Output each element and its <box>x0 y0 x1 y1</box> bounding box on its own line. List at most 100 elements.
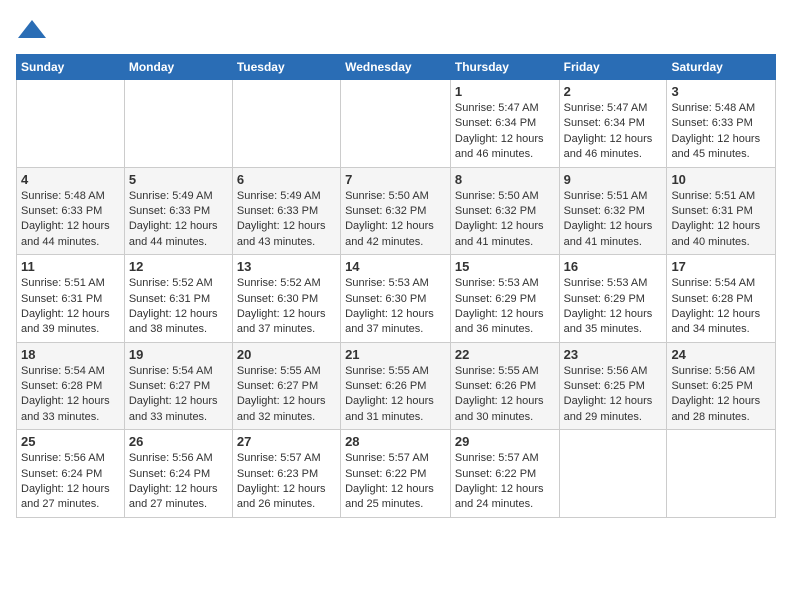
day-info: Daylight: 12 hours and 31 minutes. <box>345 394 446 425</box>
calendar-cell <box>232 80 340 168</box>
day-number: 26 <box>129 434 228 449</box>
day-info: Sunset: 6:24 PM <box>21 467 120 482</box>
day-info: Sunrise: 5:55 AM <box>237 364 336 379</box>
page-header <box>16 16 776 44</box>
calendar-cell: 12Sunrise: 5:52 AMSunset: 6:31 PMDayligh… <box>124 255 232 343</box>
day-info: Sunrise: 5:50 AM <box>455 189 555 204</box>
day-info: Daylight: 12 hours and 44 minutes. <box>21 219 120 250</box>
day-info: Sunset: 6:30 PM <box>237 292 336 307</box>
day-info: Daylight: 12 hours and 36 minutes. <box>455 307 555 338</box>
day-info: Daylight: 12 hours and 40 minutes. <box>671 219 771 250</box>
day-number: 28 <box>345 434 446 449</box>
day-info: Sunrise: 5:54 AM <box>129 364 228 379</box>
calendar-cell <box>124 80 232 168</box>
weekday-header: Friday <box>559 55 667 80</box>
day-info: Sunset: 6:34 PM <box>455 116 555 131</box>
calendar-cell: 11 Sunrise: 5:51 AMSunset: 6:31 PMDayligh… <box>17 255 125 343</box>
day-info: Sunrise: 5:51 AM <box>564 189 663 204</box>
weekday-header: Wednesday <box>341 55 451 80</box>
calendar-cell: 20Sunrise: 5:55 AMSunset: 6:27 PMDayligh… <box>232 342 340 430</box>
day-info: Sunrise: 5:56 AM <box>21 451 120 466</box>
day-info: Sunrise: 5:56 AM <box>564 364 663 379</box>
day-number: 21 <box>345 347 446 362</box>
day-info: Sunset: 6:29 PM <box>455 292 555 307</box>
day-info: Sunrise: 5:49 AM <box>237 189 336 204</box>
day-info: Sunrise: 5:48 AM <box>671 101 771 116</box>
day-info: Daylight: 12 hours and 44 minutes. <box>129 219 228 250</box>
day-info: Sunrise: 5:51 AM <box>21 276 120 291</box>
day-info: Sunrise: 5:49 AM <box>129 189 228 204</box>
day-info: Daylight: 12 hours and 41 minutes. <box>455 219 555 250</box>
day-info: Sunset: 6:33 PM <box>129 204 228 219</box>
day-number: 6 <box>237 172 336 187</box>
calendar-cell <box>667 430 776 518</box>
calendar-cell: 22Sunrise: 5:55 AMSunset: 6:26 PMDayligh… <box>450 342 559 430</box>
day-info: Sunset: 6:22 PM <box>455 467 555 482</box>
day-info: Daylight: 12 hours and 39 minutes. <box>21 307 120 338</box>
day-info: Sunrise: 5:57 AM <box>455 451 555 466</box>
day-info: Sunset: 6:26 PM <box>455 379 555 394</box>
calendar-cell: 27Sunrise: 5:57 AMSunset: 6:23 PMDayligh… <box>232 430 340 518</box>
day-info: Sunset: 6:25 PM <box>564 379 663 394</box>
calendar-week-row: 11Sunrise: 5:51 AMSunset: 6:31 PMDayligh… <box>17 255 776 343</box>
day-info: Daylight: 12 hours and 28 minutes. <box>671 394 771 425</box>
day-info: Sunrise: 5:47 AM <box>564 101 663 116</box>
calendar-cell: 13Sunrise: 5:52 AMSunset: 6:30 PMDayligh… <box>232 255 340 343</box>
calendar-cell <box>341 80 451 168</box>
day-number: 19 <box>129 347 228 362</box>
day-info: Sunrise: 5:54 AM <box>671 276 771 291</box>
day-number: 9 <box>564 172 663 187</box>
day-info: Sunrise: 5:53 AM <box>455 276 555 291</box>
day-info: Daylight: 12 hours and 24 minutes. <box>455 482 555 513</box>
day-number: 13 <box>237 259 336 274</box>
day-info: Sunset: 6:31 PM <box>21 292 120 307</box>
calendar-header-row: SundayMondayTuesdayWednesdayThursdayFrid… <box>17 55 776 80</box>
day-info: Daylight: 12 hours and 26 minutes. <box>237 482 336 513</box>
day-number: 11 <box>21 259 120 274</box>
weekday-header: Thursday <box>450 55 559 80</box>
day-number: 25 <box>21 434 120 449</box>
day-info: Sunrise: 5:57 AM <box>237 451 336 466</box>
day-info: Sunset: 6:25 PM <box>671 379 771 394</box>
calendar-cell: 25Sunrise: 5:56 AMSunset: 6:24 PMDayligh… <box>17 430 125 518</box>
calendar-cell: 2Sunrise: 5:47 AMSunset: 6:34 PMDaylight… <box>559 80 667 168</box>
day-number: 10 <box>671 172 771 187</box>
day-info: Sunset: 6:32 PM <box>564 204 663 219</box>
day-info: Sunset: 6:26 PM <box>345 379 446 394</box>
calendar-cell: 24Sunrise: 5:56 AMSunset: 6:25 PMDayligh… <box>667 342 776 430</box>
day-info: Daylight: 12 hours and 25 minutes. <box>345 482 446 513</box>
day-info: Daylight: 12 hours and 34 minutes. <box>671 307 771 338</box>
day-info: Daylight: 12 hours and 37 minutes. <box>237 307 336 338</box>
day-number: 7 <box>345 172 446 187</box>
day-info: Daylight: 12 hours and 45 minutes. <box>671 132 771 163</box>
day-info: Sunset: 6:33 PM <box>671 116 771 131</box>
day-number: 16 <box>564 259 663 274</box>
day-number: 5 <box>129 172 228 187</box>
calendar-cell: 21Sunrise: 5:55 AMSunset: 6:26 PMDayligh… <box>341 342 451 430</box>
calendar-cell: 16Sunrise: 5:53 AMSunset: 6:29 PMDayligh… <box>559 255 667 343</box>
day-info: Daylight: 12 hours and 38 minutes. <box>129 307 228 338</box>
day-info: Sunset: 6:24 PM <box>129 467 228 482</box>
day-number: 2 <box>564 84 663 99</box>
logo-icon <box>18 16 46 44</box>
day-info: Daylight: 12 hours and 42 minutes. <box>345 219 446 250</box>
day-number: 24 <box>671 347 771 362</box>
day-info: Sunrise: 5:55 AM <box>455 364 555 379</box>
calendar-cell: 29 Sunrise: 5:57 AMSunset: 6:22 PMDayligh… <box>450 430 559 518</box>
day-info: Sunset: 6:31 PM <box>129 292 228 307</box>
day-info: Sunrise: 5:53 AM <box>345 276 446 291</box>
day-number: 1 <box>455 84 555 99</box>
day-info: Sunset: 6:27 PM <box>237 379 336 394</box>
day-number: 29 <box>455 434 555 449</box>
day-number: 8 <box>455 172 555 187</box>
day-info: Sunset: 6:31 PM <box>671 204 771 219</box>
day-info: Daylight: 12 hours and 43 minutes. <box>237 219 336 250</box>
calendar-cell: 7Sunrise: 5:50 AMSunset: 6:32 PMDaylight… <box>341 167 451 255</box>
day-info: Daylight: 12 hours and 33 minutes. <box>21 394 120 425</box>
day-info: Sunset: 6:34 PM <box>564 116 663 131</box>
day-info: Sunset: 6:28 PM <box>671 292 771 307</box>
calendar-cell: 8Sunrise: 5:50 AMSunset: 6:32 PMDaylight… <box>450 167 559 255</box>
calendar-week-row: 18Sunrise: 5:54 AMSunset: 6:28 PMDayligh… <box>17 342 776 430</box>
day-info: Daylight: 12 hours and 32 minutes. <box>237 394 336 425</box>
calendar-cell: 1Sunrise: 5:47 AMSunset: 6:34 PMDaylight… <box>450 80 559 168</box>
